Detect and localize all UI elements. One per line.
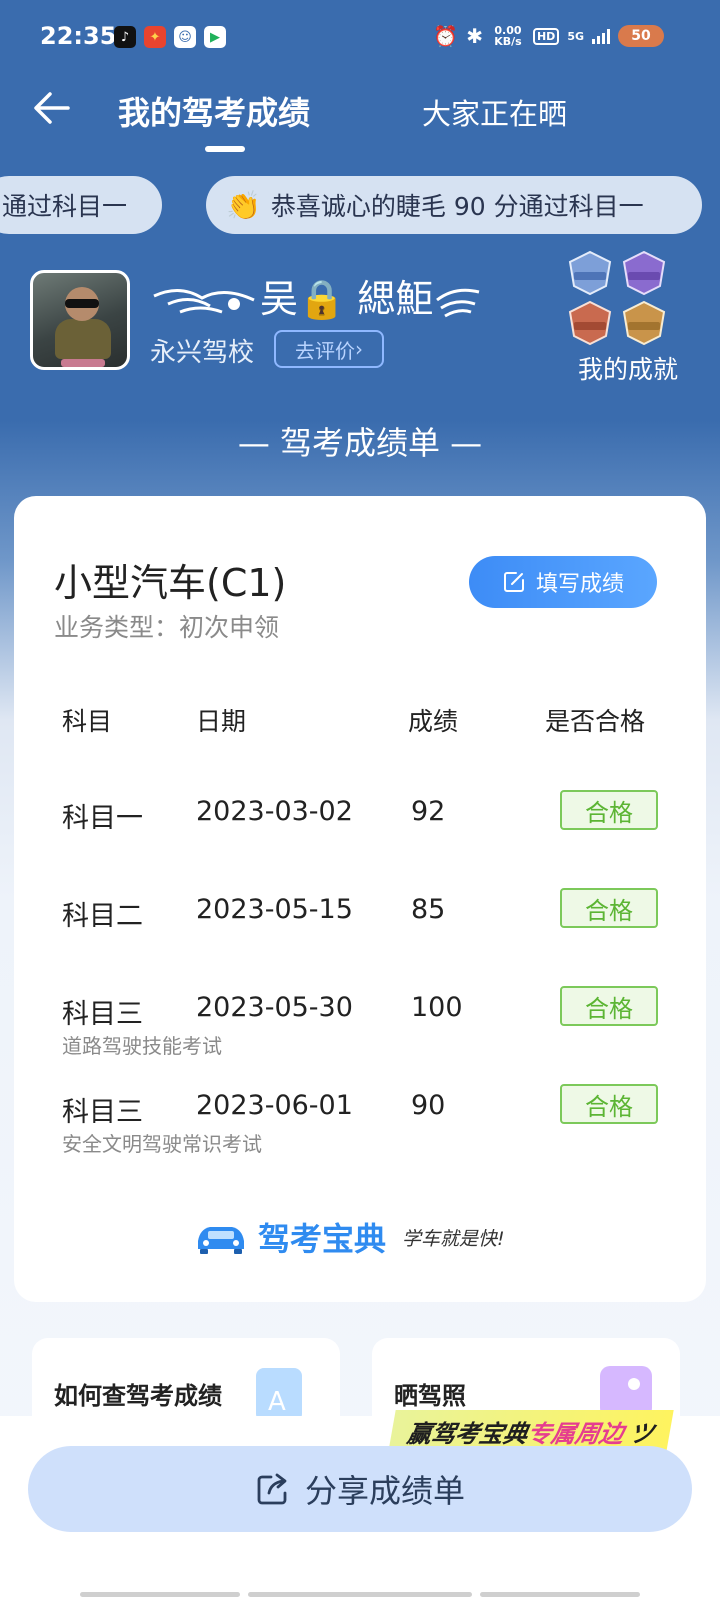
row-subject: 科目三 xyxy=(62,999,143,1030)
badge-subject3-icon xyxy=(568,300,612,346)
row-subject: 科目二 xyxy=(62,901,143,932)
net-speed: 0.00 KB/s xyxy=(494,24,522,48)
svg-text:A: A xyxy=(268,1387,286,1417)
alarm-icon: ⏰ xyxy=(433,24,459,48)
news-app-icon: ✦ xyxy=(144,26,166,48)
car-logo-icon xyxy=(198,1227,244,1254)
row-subject: 科目三 xyxy=(62,1097,143,1128)
score-card: 小型汽车(C1) 业务类型：初次申领 填写成绩 科目 日期 成绩 是否合格 科目… xyxy=(14,496,706,1302)
marquee-text: 恭喜诚心的睫毛 90 分通过科目一 xyxy=(270,192,644,221)
gesture-bar-center xyxy=(248,1592,472,1597)
back-arrow-icon[interactable] xyxy=(30,86,74,130)
chevron-right-icon: › xyxy=(355,337,363,361)
how-to-check-card[interactable]: 如何查驾考成绩 A xyxy=(32,1338,340,1418)
share-score-button[interactable]: 分享成绩单 xyxy=(28,1446,692,1532)
avatar[interactable] xyxy=(30,270,130,370)
row-subtitle: 安全文明驾驶常识考试 xyxy=(62,1132,262,1156)
car-type: 小型汽车(C1) xyxy=(54,561,287,605)
wing-decoration-right-icon xyxy=(436,288,480,317)
wing-decoration-left-icon xyxy=(153,288,255,313)
marquee-item-right: 👏 恭喜诚心的睫毛 90 分通过科目一 xyxy=(206,176,702,234)
row-date: 2023-03-02 xyxy=(196,796,353,827)
row-subject: 科目一 xyxy=(62,803,143,834)
row-date: 2023-05-30 xyxy=(196,992,353,1023)
nickname: 吴🔒 緦鮔 xyxy=(150,268,483,323)
pass-badge: 合格 xyxy=(560,1084,658,1124)
pass-badge: 合格 xyxy=(560,790,658,830)
driving-school: 永兴驾校 xyxy=(150,338,255,368)
notification-icons: ♪ ✦ ☺ ▶ xyxy=(114,26,226,48)
tab-my-scores[interactable]: 我的驾考成绩 xyxy=(118,88,310,134)
achievement-badges[interactable] xyxy=(566,250,676,346)
video-app-icon: ▶ xyxy=(204,26,226,48)
header-score: 成绩 xyxy=(408,707,459,736)
profile-section: 吴🔒 緦鮔 永兴驾校 去评价 › 我的成就 xyxy=(30,250,690,398)
badge-subject1-icon xyxy=(568,250,612,296)
status-bar: 22:35 ♪ ✦ ☺ ▶ ⏰ ✱ 0.00 KB/s HD 5G 50 xyxy=(0,0,720,76)
my-achievements-label[interactable]: 我的成就 xyxy=(578,350,678,386)
chat-app-icon: ☺ xyxy=(174,26,196,48)
document-icon: A xyxy=(256,1368,302,1418)
share-icon xyxy=(257,1473,287,1505)
nav-bar: 我的驾考成绩 大家正在晒 xyxy=(0,80,720,160)
share-license-card[interactable]: 晒驾照 xyxy=(372,1338,680,1418)
business-type: 业务类型：初次申领 xyxy=(54,613,280,642)
clapping-hands-icon: 👏 xyxy=(226,188,261,222)
pass-badge: 合格 xyxy=(560,888,658,928)
gesture-bar-right xyxy=(480,1592,640,1597)
row-score: 90 xyxy=(411,1090,446,1121)
row-subtitle: 道路驾驶技能考试 xyxy=(62,1034,222,1058)
marquee-text: 通过科目一 xyxy=(2,192,128,221)
edit-icon xyxy=(503,572,524,592)
pass-badge: 合格 xyxy=(560,986,658,1026)
header-pass: 是否合格 xyxy=(545,707,646,736)
tab-indicator xyxy=(205,146,245,152)
header-subject: 科目 xyxy=(62,707,113,736)
hd-icon: HD xyxy=(532,27,560,45)
tiktok-icon: ♪ xyxy=(114,26,136,48)
marquee-item-left: 通过科目一 xyxy=(0,176,162,234)
brand-name: 驾考宝典 xyxy=(258,1220,387,1258)
status-time: 22:35 xyxy=(40,22,117,50)
row-date: 2023-06-01 xyxy=(196,1090,353,1121)
row-score: 100 xyxy=(411,992,463,1023)
tab-everyone-sharing[interactable]: 大家正在晒 xyxy=(422,91,567,133)
signal-icon xyxy=(592,28,610,44)
badge-subject2-icon xyxy=(622,250,666,296)
bluetooth-icon: ✱ xyxy=(466,24,483,48)
row-date: 2023-05-15 xyxy=(196,894,353,925)
fill-score-button[interactable]: 填写成绩 xyxy=(469,556,657,608)
photo-icon xyxy=(600,1366,652,1418)
row-score: 92 xyxy=(411,796,446,827)
status-right: ⏰ ✱ 0.00 KB/s HD 5G 50 xyxy=(433,24,664,48)
brand-logo: 驾考宝典 学车就是快! xyxy=(192,1214,505,1260)
evaluate-button[interactable]: 去评价 › xyxy=(274,330,384,368)
header-date: 日期 xyxy=(196,707,247,736)
section-title: — 驾考成绩单 — xyxy=(237,424,483,462)
battery-indicator: 50 xyxy=(618,25,664,47)
smile-icon: ツ xyxy=(627,1419,657,1448)
row-score: 85 xyxy=(411,894,446,925)
network-type: 5G xyxy=(567,29,584,43)
badge-subject4-icon xyxy=(622,300,666,346)
brand-slogan: 学车就是快! xyxy=(402,1227,505,1250)
gesture-bar-left xyxy=(80,1592,240,1597)
